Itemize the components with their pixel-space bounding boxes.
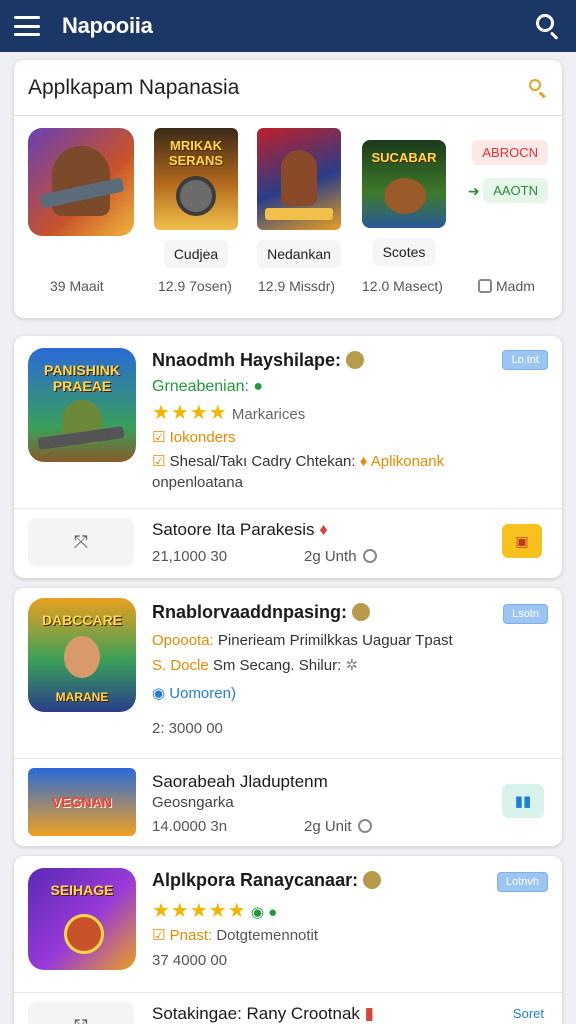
rating-row: ★★★★★ ◉ ● bbox=[152, 898, 277, 923]
featured-label-2: Cudjea bbox=[163, 240, 229, 268]
app-bar: Napooiia bbox=[0, 0, 576, 52]
app-info-line-2: S. Docle Sm Secang. Shilur: ✲ bbox=[152, 657, 359, 674]
app-tag: ☑ Pnast: Dotgtemennotit bbox=[152, 927, 319, 944]
status-chip-green[interactable]: AAOTN bbox=[483, 178, 548, 203]
featured-app-3[interactable]: Nedankan bbox=[257, 128, 341, 268]
footer-count: 21,1000 30 bbox=[152, 548, 228, 565]
app-card-3[interactable]: SEIHAGE Alplkpora Ranaycanaar: ★★★★★ ◉ ●… bbox=[14, 856, 562, 1024]
footer-subtitle: Geosngarka bbox=[152, 794, 234, 811]
drop-icon: ♦ bbox=[319, 520, 328, 539]
clock-icon bbox=[357, 819, 372, 833]
footer-count: 14.0000 3n bbox=[152, 818, 228, 835]
app-name: Alplkpora Ranaycanaar: bbox=[152, 870, 382, 891]
coin-icon bbox=[352, 603, 371, 621]
leaf-icon: ● bbox=[253, 378, 264, 395]
featured-meta-5: Madm bbox=[478, 278, 535, 294]
share-icon: ⤧ bbox=[73, 531, 89, 552]
featured-app-4[interactable]: SUCABAR Scotes bbox=[362, 140, 446, 266]
status-chip-red[interactable]: ABROCN bbox=[472, 140, 548, 165]
app-subtitle: Grneabenian: ● bbox=[152, 378, 264, 395]
featured-app-1[interactable] bbox=[28, 128, 134, 236]
star-rating-icon: ★★★★ bbox=[152, 402, 228, 424]
app-thumbnail bbox=[28, 128, 134, 236]
star-rating-icon: ★★★★★ bbox=[152, 900, 247, 922]
footer-unit: 2g Unth bbox=[304, 548, 377, 565]
featured-label-4: Scotes bbox=[372, 238, 436, 266]
app-info-line: Opooota: Pinerieam Primilkkas Uaguar Tpa… bbox=[152, 632, 453, 649]
app-thumbnail: SUCABAR bbox=[362, 140, 446, 228]
chart-icon[interactable]: ▮▮ bbox=[502, 784, 544, 818]
footer-unit: 2g Unit bbox=[304, 818, 372, 835]
app-name: Nnaodmh Hayshilape: bbox=[152, 350, 365, 371]
install-badge[interactable]: Lsotn bbox=[503, 604, 548, 624]
checkbox-icon bbox=[478, 279, 492, 293]
app-title: Napooiia bbox=[62, 13, 153, 38]
app-card-1[interactable]: PANISHINK PRAEAE Nnaodmh Hayshilape: Grn… bbox=[14, 336, 562, 578]
featured-meta-3: 12.9 Missdr) bbox=[258, 278, 336, 294]
bell-icon: ♦ bbox=[359, 453, 368, 470]
tag-icon: ☑ bbox=[152, 453, 166, 470]
app-info-line: ☑ Shesal/Takı Cadry Chtekan: ♦ Aplikonan… bbox=[152, 453, 445, 470]
app-name: Rnablorvaaddnpasing: bbox=[152, 602, 371, 623]
tag-icon: ☑ bbox=[152, 927, 166, 944]
featured-meta-4: 12.0 Masect) bbox=[362, 278, 443, 294]
menu-icon[interactable] bbox=[14, 16, 40, 36]
share-button[interactable]: ⤧ bbox=[28, 1002, 134, 1024]
divider bbox=[14, 758, 562, 759]
search-icon[interactable] bbox=[528, 78, 548, 98]
arrow-icon: ➜ bbox=[468, 183, 480, 199]
featured-meta-1: 39 Maait bbox=[50, 278, 104, 294]
app-card-2[interactable]: DABCCARE MARANE Rnablorvaaddnpasing: Opo… bbox=[14, 588, 562, 846]
app-thumbnail bbox=[257, 128, 341, 230]
rating-row: ★★★★ Markarices bbox=[152, 402, 306, 424]
app-thumbnail: MRIKAK SERANS bbox=[154, 128, 238, 230]
featured-meta-2: 12.9 7osen) bbox=[158, 278, 232, 294]
coin-icon bbox=[346, 351, 365, 369]
install-badge[interactable]: Lo.tnt bbox=[502, 350, 548, 370]
app-thumbnail: DABCCARE MARANE bbox=[28, 598, 136, 712]
install-badge[interactable]: Lotnvh bbox=[496, 872, 548, 892]
share-button[interactable]: ⤧ bbox=[28, 518, 134, 566]
info-icon: ◉ bbox=[152, 685, 166, 702]
footer-name: Satoore Ita Parakesis ♦ bbox=[152, 520, 328, 539]
app-count: 2: 3000 00 bbox=[152, 720, 223, 737]
app-thumbnail: PANISHINK PRAEAE bbox=[28, 348, 136, 462]
app-thumbnail: SEIHAGE bbox=[28, 868, 136, 970]
footer-name: Sotakingae: Rany Crootnak ▮ bbox=[152, 1004, 374, 1023]
tag-icon: ☑ bbox=[152, 429, 166, 446]
drop-icon: ▮ bbox=[364, 1004, 374, 1023]
footer-name: Saorabeah Jladuptenm bbox=[152, 772, 328, 791]
search-icon[interactable] bbox=[534, 12, 562, 40]
app-info-line-2: onpenloatana bbox=[152, 474, 243, 491]
app-tag: ☑ Iokonders bbox=[152, 429, 236, 446]
app-tag: ◉ Uomoren) bbox=[152, 685, 236, 702]
coin-icon bbox=[363, 871, 382, 889]
share-icon: ⤧ bbox=[74, 1016, 88, 1024]
app-thumbnail: VEGNAN bbox=[28, 768, 136, 836]
divider bbox=[14, 992, 562, 993]
featured-card: Applkapam Napanasia 39 Maait MRIKAK SERA… bbox=[14, 60, 562, 318]
featured-label-3: Nedankan bbox=[257, 240, 341, 268]
featured-app-2[interactable]: MRIKAK SERANS Cudjea bbox=[154, 128, 238, 268]
badge-icon: ◉ ● bbox=[250, 904, 278, 921]
sparkle-icon: ✲ bbox=[345, 657, 359, 674]
footer-badge[interactable]: Soret bbox=[513, 1006, 544, 1021]
gift-icon[interactable]: ▣ bbox=[502, 524, 542, 558]
divider bbox=[14, 508, 562, 509]
clock-icon bbox=[362, 549, 377, 563]
featured-title: Applkapam Napanasia bbox=[28, 75, 240, 99]
app-count: 37 4000 00 bbox=[152, 952, 228, 969]
